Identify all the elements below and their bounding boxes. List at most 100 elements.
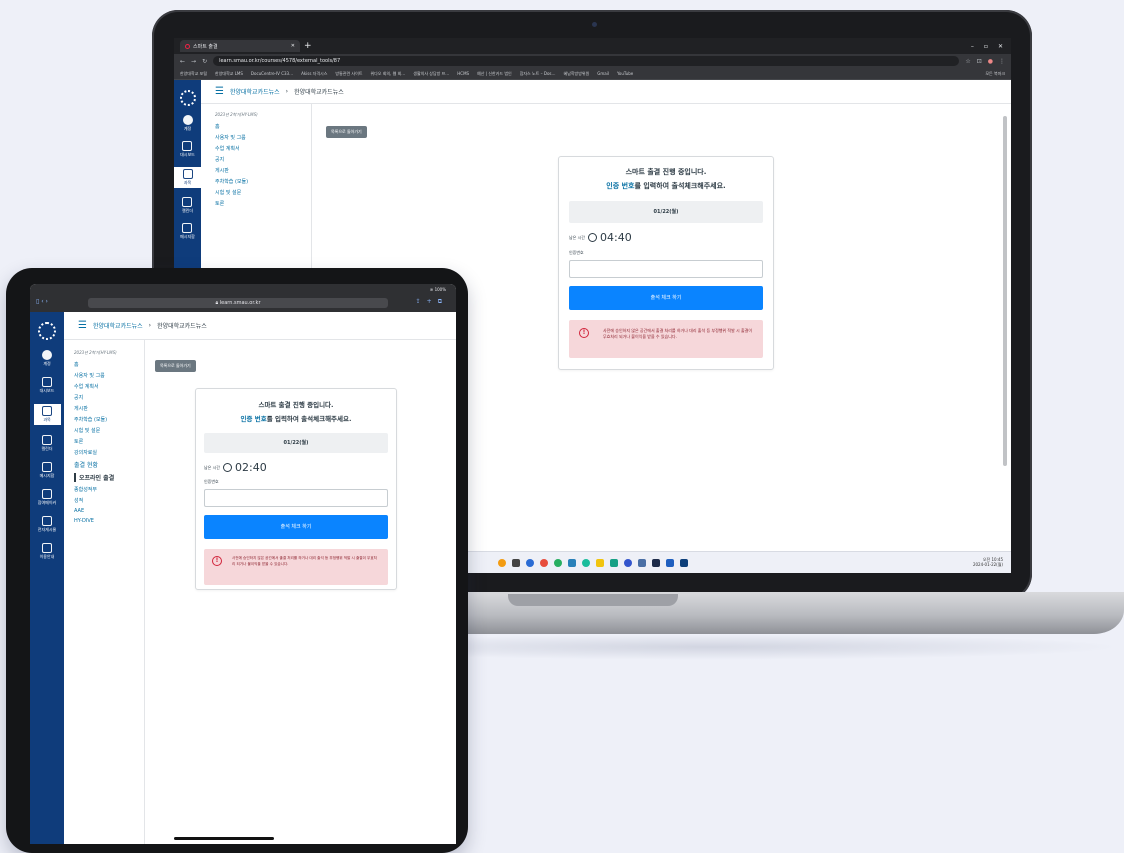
nav-item-inbox[interactable]: 메시지함 [40,462,54,479]
nav-item-board[interactable]: 전자게시물 [38,516,56,533]
close-icon[interactable]: ✕ [291,43,295,49]
chrome-icon[interactable] [539,558,548,567]
bookmark-item[interactable]: 방통관련 사이트 [335,71,362,77]
taskbar-app-icon[interactable] [623,558,632,567]
course-nav-item[interactable]: 홈 [215,123,295,130]
edge-icon[interactable] [581,558,590,567]
logo-icon[interactable] [179,90,196,106]
all-bookmarks-link[interactable]: 모든 북마크 [985,71,1005,77]
bookmark-item[interactable]: YouTube [617,71,633,76]
taskbar-app-icon[interactable] [609,558,618,567]
nav-item-dashboard[interactable]: 대시보드 [180,141,195,158]
code-input[interactable] [204,489,388,507]
url-field[interactable]: learn.smau.or.kr/courses/4578/external_t… [213,56,960,66]
course-nav-item[interactable]: 수업 계획서 [215,145,295,152]
course-nav-item[interactable]: 오프라인 출결 [74,473,144,482]
back-to-list-button[interactable]: 목록으로 돌아가기 [326,126,367,138]
new-tab-icon[interactable]: + [304,41,312,51]
restore-icon[interactable]: ▫ [984,43,988,50]
bookmark-item[interactable]: HCMS [457,71,469,76]
course-nav-item[interactable]: 사용자 및 그룹 [74,372,144,379]
course-nav-item[interactable]: 토론 [215,200,295,207]
back-icon[interactable]: ← [180,58,185,65]
taskbar-app-icon[interactable] [497,558,506,567]
folder-icon[interactable] [595,558,604,567]
bookmark-item[interactable]: 한양대학교 LMS [215,71,243,77]
course-nav-item[interactable]: 홈 [74,361,144,368]
taskbar-app-icon[interactable] [665,558,674,567]
browser-tabstrip: 스마트 출결 ✕ + – ▫ ✕ [174,38,1011,54]
back-to-list-button[interactable]: 목록으로 돌아가기 [155,360,196,372]
course-nav-item[interactable]: AAE [74,508,144,514]
nav-item-calendar[interactable]: 캘린더 [41,435,53,452]
close-window-icon[interactable]: ✕ [998,43,1003,50]
course-nav-item[interactable]: 강의자료실 [74,449,144,456]
share-icon[interactable]: ⇪+⧉ [416,298,448,306]
nav-item-dashboard[interactable]: 대시보드 [40,377,54,394]
course-nav-item[interactable]: 게시판 [215,167,295,174]
course-nav-item[interactable]: 성적 [74,497,144,504]
logo-icon[interactable] [38,322,56,340]
bookmark-item[interactable]: 혜남학방방위원 [564,71,590,77]
nav-item-courses[interactable]: 과목 [33,404,61,425]
course-nav-item[interactable]: 게시판 [74,405,144,412]
bookmark-item[interactable]: 한양대학교 포털 [180,71,207,77]
browser-tab[interactable]: 스마트 출결 ✕ [180,40,300,52]
taskbar-app-icon[interactable] [651,558,660,567]
nav-item-account[interactable]: 계정 [182,115,193,132]
menu-icon[interactable]: ⋮ [999,58,1005,65]
course-nav-item[interactable]: HY-DIVE [74,518,144,524]
nav-item-calendar[interactable]: 캘린더 [182,197,193,214]
code-input[interactable] [569,260,763,278]
course-nav-item[interactable]: 시험 및 설문 [74,427,144,434]
settings-icon[interactable] [637,558,646,567]
course-nav-item[interactable]: 수업 계획서 [74,383,144,390]
reload-icon[interactable]: ↻ [202,58,207,65]
taskbar-app-icon[interactable] [567,558,576,567]
course-nav-item[interactable]: 주차학습 (모듈) [74,416,144,423]
hamburger-icon[interactable]: ☰ [78,320,87,331]
course-nav-item[interactable]: 시험 및 설문 [215,189,295,196]
bookmark-item[interactable]: Gmail [597,71,609,76]
star-icon[interactable]: ☆ [965,58,970,65]
course-nav-item[interactable]: 종합성적부 [74,486,144,493]
forward-icon[interactable]: → [191,58,196,65]
course-nav: 2023년 2학기(HY-LMS) 홈 사용자 및 그룹 수업 계획서 공지 게시판 주차… [215,112,295,211]
nav-item-account[interactable]: 계정 [42,350,52,367]
bookmark-item[interactable]: Akiss 자격시스 [301,71,327,77]
system-clock[interactable]: 오전 10:45 2024-01-22(월) [973,557,1003,567]
nav-item-inbox[interactable]: 메시지함 [180,223,195,240]
taskbar-app-icon[interactable] [511,558,520,567]
check-attendance-button[interactable]: 출석 체크 하기 [204,515,388,539]
bookmark-item[interactable]: DocuCentre-IV C33… [251,71,293,76]
minimize-icon[interactable]: – [971,43,974,50]
bookmark-item[interactable]: 생활의사 상담방 프… [413,71,449,77]
tablet-url-field[interactable]: 🔒︎ learn.smau.or.kr [88,298,388,308]
nav-item-label: 계정 [183,126,192,131]
remaining-time-value: 02:40 [235,461,267,474]
profile-icon[interactable]: ● [988,58,993,65]
course-nav-item[interactable]: 공지 [74,394,144,401]
course-nav-item[interactable]: 주차학습 (모듈) [215,178,295,185]
course-nav-item[interactable]: 공지 [215,156,295,163]
bookmark-item[interactable]: 참자스 노트 – Dos… [520,71,556,77]
course-nav-item[interactable]: 출결 현황 [74,460,144,469]
warning-box: ! 사전에 승인하지 않은 공간에서 출결 처리를 하거나 대리 출석 등 부정… [204,549,388,585]
taskbar-app-icon[interactable] [553,558,562,567]
breadcrumb-course[interactable]: 한양대학교카드뉴스 [230,87,280,96]
course-nav-item[interactable]: 토론 [74,438,144,445]
sidebar-toggle-icon[interactable]: ▯ ‹ › [36,298,48,305]
bookmark-item[interactable]: 위다오 회의, 웹 회… [370,71,405,77]
breadcrumb-course[interactable]: 한양대학교카드뉴스 [93,321,143,330]
nav-item-courses[interactable]: 과목 [174,167,201,188]
taskbar-app-icon[interactable] [679,558,688,567]
scrollbar[interactable] [1003,116,1007,466]
taskbar-app-icon[interactable] [525,558,534,567]
bookmark-item[interactable]: 예산 | 신한카드 법인 [477,71,512,77]
course-nav-item[interactable]: 사용자 및 그룹 [215,134,295,141]
check-attendance-button[interactable]: 출석 체크 하기 [569,286,763,310]
hamburger-icon[interactable]: ☰ [215,86,224,97]
extensions-icon[interactable]: ⊡ [977,58,982,65]
nav-item-maker[interactable]: 참여메이커 [38,489,56,506]
nav-item-help[interactable]: 이용안내 [40,543,54,560]
